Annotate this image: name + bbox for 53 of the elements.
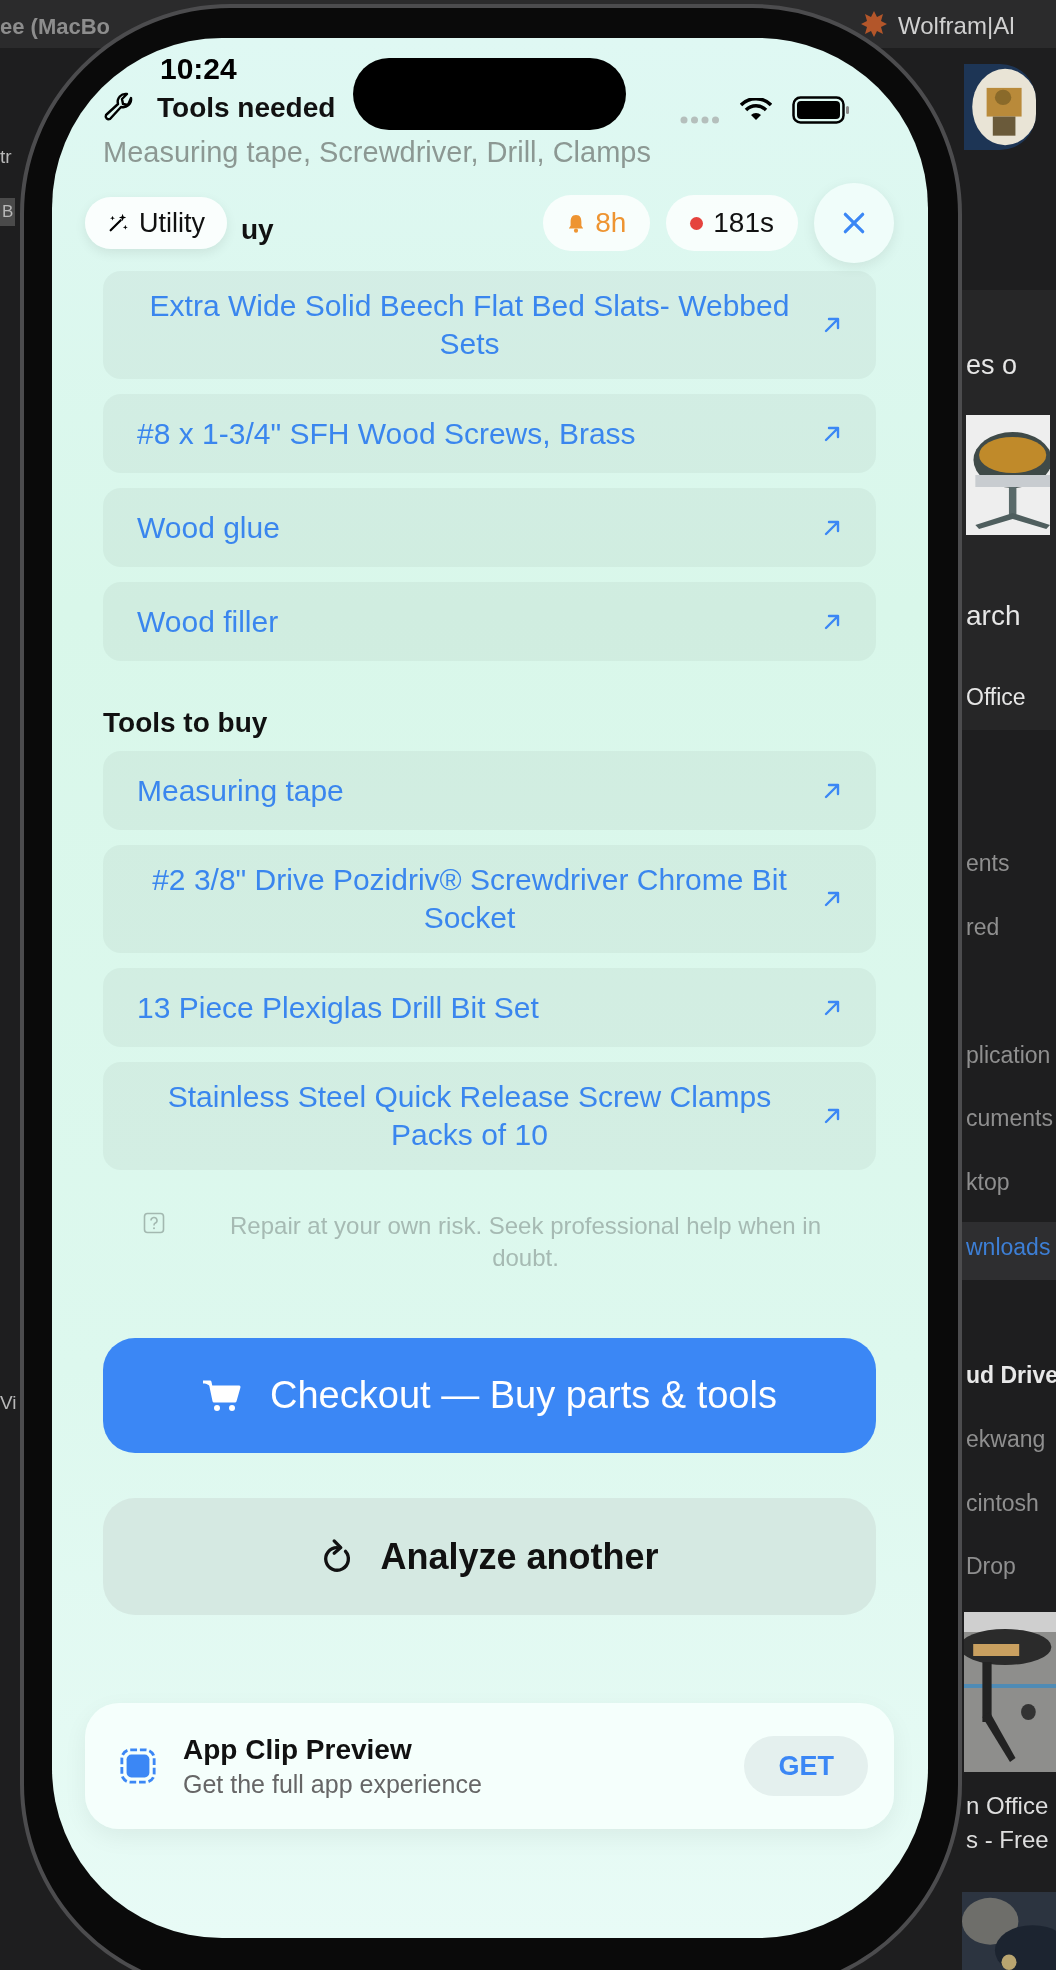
sidebar-item[interactable]: cuments: [966, 1105, 1053, 1132]
wifi-icon: [740, 98, 772, 122]
tools-summary: Measuring tape, Screwdriver, Drill, Clamps: [103, 136, 652, 169]
signal-dots-icon: [680, 116, 720, 124]
text-fragment: Vi: [0, 1392, 17, 1414]
wrench-icon: [103, 92, 135, 124]
menu-app-name[interactable]: Wolfram|Al: [898, 12, 1015, 40]
section-title: uy: [241, 214, 274, 246]
text-fragment: tr: [0, 146, 12, 168]
battery-icon: [792, 96, 850, 124]
tool-link[interactable]: #2 3/8" Drive Pozidriv® Screwdriver Chrome Bit Socket: [103, 845, 876, 953]
bell-icon: [567, 213, 586, 233]
result-title[interactable]: n Office: [966, 1792, 1049, 1820]
section-title: Tools to buy: [103, 707, 269, 739]
tool-link[interactable]: Measuring tape: [103, 751, 876, 830]
part-link[interactable]: Wood glue: [103, 488, 876, 567]
disclaimer-text: Repair at your own risk. Seek professional help when in doubt.: [229, 1211, 822, 1273]
get-button[interactable]: GET: [744, 1736, 868, 1796]
close-icon: [841, 210, 867, 236]
result-heading[interactable]: es o: [966, 350, 1018, 381]
analyze-button[interactable]: Analyze another: [103, 1498, 876, 1615]
tool-link[interactable]: Stainless Steel Quick Release Screw Clamps Packs of 10: [103, 1062, 876, 1170]
result-subtitle: s - Free: [966, 1826, 1049, 1854]
app-clip-title: App Clip Preview: [183, 1733, 413, 1766]
part-link[interactable]: #8 x 1-3/4" SFH Wood Screws, Brass: [103, 394, 876, 473]
question-icon: [143, 1212, 165, 1234]
spiky-sun-icon[interactable]: [860, 10, 888, 38]
app-clip-icon: [119, 1747, 157, 1785]
sidebar-item[interactable]: ekwang: [966, 1426, 1046, 1453]
sidebar-item[interactable]: ktop: [966, 1169, 1010, 1196]
search-link[interactable]: arch: [966, 600, 1021, 632]
timer-chip[interactable]: 181s: [666, 195, 798, 251]
tool-link[interactable]: 13 Piece Plexiglas Drill Bit Set: [103, 968, 876, 1047]
external-link-icon: [822, 315, 842, 335]
checkout-button[interactable]: Checkout — Buy parts & tools: [103, 1338, 876, 1453]
part-link[interactable]: Extra Wide Solid Beech Flat Bed Slats- Webbed Sets: [103, 271, 876, 379]
sidebar-item[interactable]: red: [966, 914, 1000, 941]
magic-wand-icon: [107, 212, 129, 234]
sidebar-item[interactable]: plication: [966, 1042, 1051, 1069]
cart-icon: [202, 1378, 243, 1413]
sidebar-item[interactable]: Drop: [966, 1553, 1016, 1580]
sidebar-item[interactable]: ents: [966, 850, 1010, 877]
external-link-icon: [822, 889, 842, 909]
tab-fragment[interactable]: B: [0, 198, 16, 226]
app-clip-subtitle: Get the full app experience: [183, 1769, 483, 1799]
external-link-icon: [822, 1106, 842, 1126]
window-title: ee (MacBo: [0, 14, 111, 40]
sidebar-item[interactable]: cintosh: [966, 1490, 1039, 1517]
part-link[interactable]: Wood filler: [103, 582, 876, 661]
source-label: Office: [966, 684, 1026, 711]
section-title: Tools needed: [157, 92, 336, 124]
status-time: 10:24: [160, 52, 237, 86]
utility-chip[interactable]: Utility: [85, 197, 227, 249]
